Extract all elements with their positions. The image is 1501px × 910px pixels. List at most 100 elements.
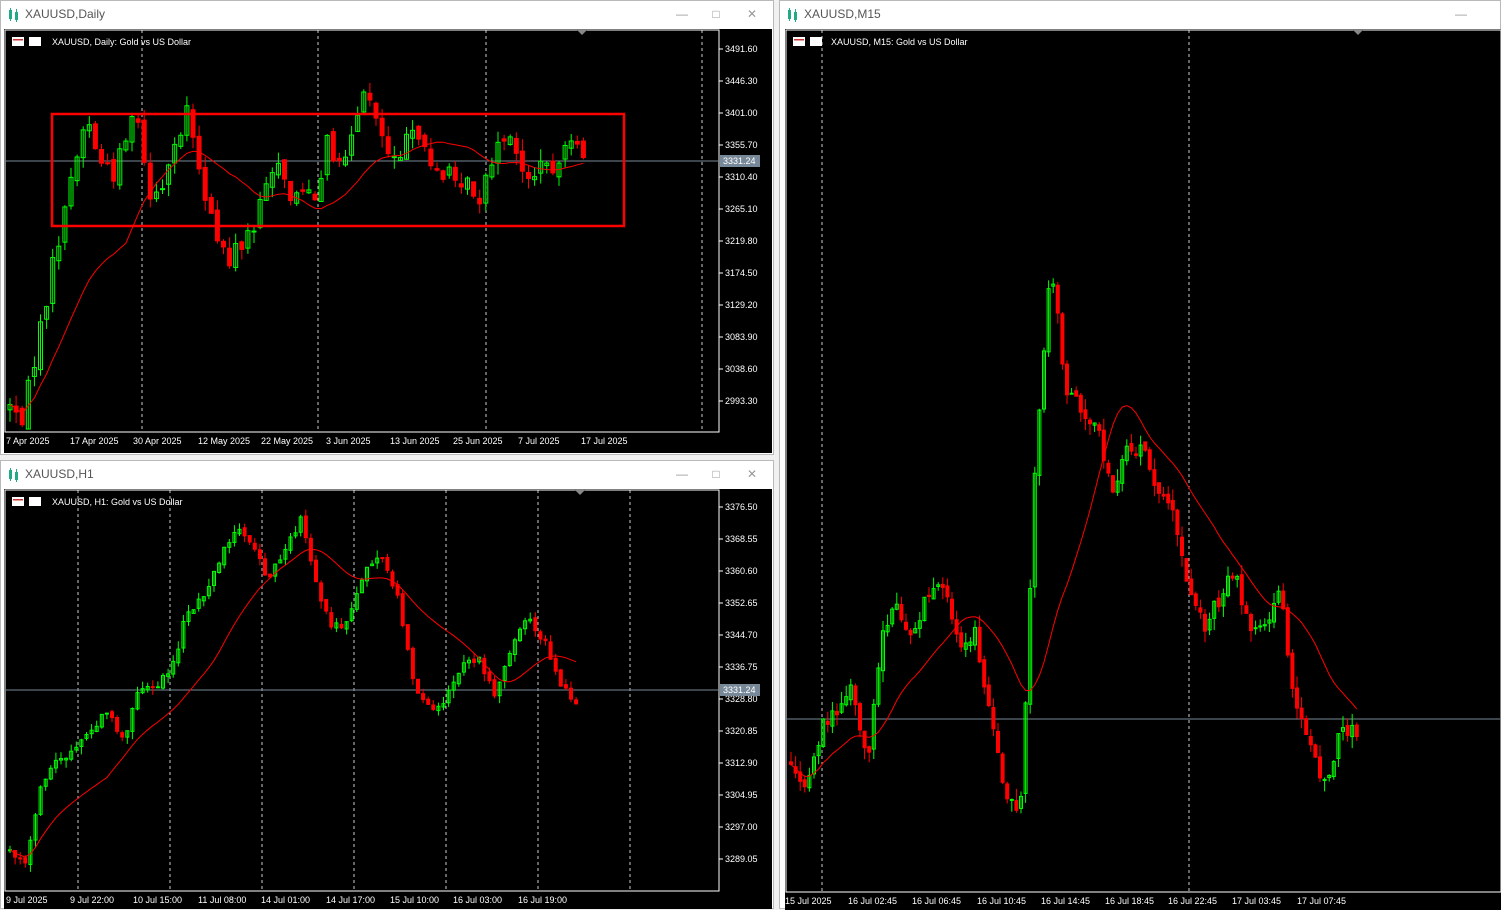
candle-body xyxy=(282,159,287,180)
close-icon[interactable]: ✕ xyxy=(741,5,763,23)
minimize-icon[interactable]: — xyxy=(671,465,693,483)
candle-body xyxy=(155,686,160,689)
candle-body xyxy=(471,181,477,197)
chart-type-icon xyxy=(29,37,41,46)
candle-body xyxy=(1184,558,1189,582)
m15-chart-window[interactable]: XAUUSD,M15 — XAUUSD, M15: Gold vs US Dol… xyxy=(779,0,1501,910)
candle-body xyxy=(160,188,165,191)
plot-border xyxy=(4,29,720,433)
candle-body xyxy=(1143,441,1148,451)
candle-body xyxy=(385,136,391,155)
candle-body xyxy=(426,698,431,705)
candle-body xyxy=(513,137,519,154)
candle-body xyxy=(959,632,964,648)
flag-stripe-icon xyxy=(13,39,23,41)
candle-body xyxy=(434,168,440,171)
y-axis-label: 3289.05 xyxy=(725,854,758,864)
candle-body xyxy=(1166,493,1171,504)
candle-body xyxy=(1088,419,1092,425)
x-axis-label: 16 Jul 06:45 xyxy=(912,896,961,906)
y-axis-label: 3312.90 xyxy=(725,758,758,768)
candle-body xyxy=(1249,614,1253,632)
maximize-icon[interactable]: □ xyxy=(705,465,727,483)
candle-body xyxy=(1239,574,1244,606)
candlestick-icon xyxy=(7,8,21,27)
y-axis-label: 3368.55 xyxy=(725,534,758,544)
h1-titlebar[interactable]: XAUUSD,H1 — □ ✕ xyxy=(1,461,773,488)
candle-body xyxy=(416,678,420,694)
candle-body xyxy=(1065,363,1069,396)
candle-body xyxy=(303,515,308,539)
shift-marker-icon xyxy=(1353,30,1363,35)
price-tag-label: 3331.24 xyxy=(723,685,756,695)
x-axis-label: 16 Jul 10:45 xyxy=(977,896,1026,906)
candle-body xyxy=(1157,482,1161,494)
candle-body xyxy=(982,659,987,688)
candle-body xyxy=(1216,597,1221,608)
candle-body xyxy=(1285,607,1290,656)
candle-body xyxy=(385,556,390,571)
candle-body xyxy=(314,559,318,583)
y-axis-label: 3174.50 xyxy=(725,268,758,278)
candle-body xyxy=(1253,627,1258,630)
candle-body xyxy=(1345,725,1350,736)
candle-body xyxy=(135,118,141,123)
candle-body xyxy=(789,761,793,765)
candle-body xyxy=(853,685,858,706)
x-axis-label: 25 Jun 2025 xyxy=(453,436,503,446)
candle-body xyxy=(410,647,415,680)
x-axis-label: 17 Jul 2025 xyxy=(581,436,628,446)
candle-body xyxy=(1180,536,1184,556)
minimize-icon[interactable]: — xyxy=(1450,5,1472,23)
candle-body xyxy=(23,857,28,864)
chart-type-icon xyxy=(29,497,41,506)
y-axis-label: 3310.40 xyxy=(725,172,758,182)
flag-icon xyxy=(12,37,24,46)
candle-body xyxy=(247,535,252,543)
x-axis-label: 30 Apr 2025 xyxy=(133,436,182,446)
x-axis-label: 16 Jul 02:45 xyxy=(848,896,897,906)
candle-body xyxy=(862,730,867,749)
x-axis-label: 14 Jul 17:00 xyxy=(326,895,375,905)
candle-body xyxy=(288,180,294,202)
daily-chart-window[interactable]: XAUUSD,Daily — □ ✕ XAUUSD, Daily: Gold v… xyxy=(0,0,774,455)
h1-chart-window[interactable]: XAUUSD,H1 — □ ✕ XAUUSD, H1: Gold vs US D… xyxy=(0,460,774,909)
candle-body xyxy=(324,598,329,612)
candle-body xyxy=(1313,744,1318,758)
m15-chart-area[interactable]: XAUUSD, M15: Gold vs US Dollar 15 Jul 20… xyxy=(785,29,1501,910)
y-axis-label: 3265.10 xyxy=(725,204,758,214)
candle-body xyxy=(1175,509,1180,536)
candle-body xyxy=(431,704,436,710)
candle-body xyxy=(242,527,247,537)
candle-body xyxy=(563,684,568,689)
daily-titlebar[interactable]: XAUUSD,Daily — □ ✕ xyxy=(1,1,773,28)
candle-body xyxy=(1129,443,1134,452)
x-axis-label: 12 May 2025 xyxy=(198,436,250,446)
candle-body xyxy=(574,140,580,145)
candle-body xyxy=(1203,613,1207,632)
candle-body xyxy=(550,160,556,174)
y-axis-label: 3083.90 xyxy=(725,332,758,342)
candle-body xyxy=(1005,783,1010,800)
candle-body xyxy=(1308,736,1313,746)
moving-average-line xyxy=(9,141,584,415)
candle-body xyxy=(1244,605,1249,614)
maximize-icon[interactable]: □ xyxy=(705,5,727,23)
candle-body xyxy=(1354,724,1359,738)
candle-body xyxy=(1060,313,1065,365)
flag-icon xyxy=(12,497,24,506)
m15-titlebar[interactable]: XAUUSD,M15 — xyxy=(780,1,1500,28)
y-axis-label: 3304.95 xyxy=(725,790,758,800)
h1-chart-area[interactable]: XAUUSD, H1: Gold vs US Dollar 3376.50 336… xyxy=(4,489,772,909)
candle-body xyxy=(400,593,405,627)
daily-chart-area[interactable]: XAUUSD, Daily: Gold vs US Dollar 3491.60… xyxy=(4,29,772,453)
candle-body xyxy=(1106,462,1111,474)
minimize-icon[interactable]: — xyxy=(671,5,693,23)
candle-body xyxy=(115,717,120,732)
close-icon[interactable]: ✕ xyxy=(741,465,763,483)
moving-average-line xyxy=(790,405,1358,777)
h1-window-title: XAUUSD,H1 xyxy=(25,467,94,481)
candle-body xyxy=(492,679,497,697)
candle-body xyxy=(519,150,525,172)
candle-body xyxy=(1189,578,1194,596)
